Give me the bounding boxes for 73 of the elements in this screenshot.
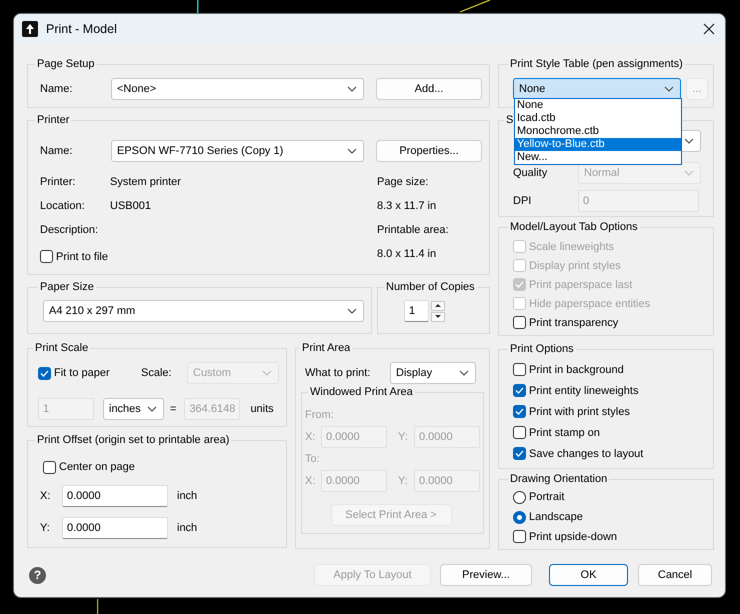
dialog-button[interactable]: Cancel (638, 564, 712, 586)
group-title: Print Scale (34, 342, 90, 354)
dropdown[interactable]: None (513, 78, 681, 100)
checkbox-label: Display print styles (529, 260, 621, 272)
window-title: Print - Model (46, 22, 118, 36)
checkbox-label: Scale lineweights (529, 240, 614, 252)
group-title: Drawing Orientation (509, 473, 608, 485)
info-label: Location: (40, 200, 86, 212)
group-title: Print Options (509, 343, 575, 355)
field-label: Quality (513, 167, 548, 179)
radio-label: Portrait (529, 491, 564, 503)
properties-button[interactable]: Properties... (376, 140, 482, 162)
dropdown[interactable]: EPSON WF-7710 Series (Copy 1) (111, 140, 364, 162)
checkbox-label: Fit to paper (54, 367, 110, 379)
group-title: Print Area (301, 342, 352, 354)
field-label: X: (305, 475, 316, 487)
group-title: Windowed Print Area (309, 386, 414, 398)
field-label: Y: (398, 475, 409, 487)
group-title: Paper Size (39, 281, 95, 293)
dropdown[interactable]: A4 210 x 297 mm (43, 300, 364, 322)
info-value: USB001 (110, 200, 152, 212)
checkbox-label: Print upside-down (529, 530, 618, 542)
dialog-button[interactable]: OK (549, 564, 628, 586)
info-label: Printable area: (377, 224, 449, 236)
field-label: What to print: (305, 367, 372, 379)
checkbox-label: Print with print styles (529, 406, 630, 418)
checkbox-label: Print entity lineweights (529, 384, 638, 396)
info-value: 8.3 x 11.7 in (377, 200, 438, 212)
unit-label: inch (177, 522, 198, 534)
units-label: units (250, 403, 274, 415)
checkbox-label: Print to file (56, 250, 108, 262)
field-label: Y: (398, 431, 409, 443)
field-label: Scale: (141, 367, 173, 379)
dropdown-option[interactable]: Yellow-to-Blue.ctb (515, 138, 681, 151)
field-label: DPI (513, 195, 532, 207)
dropdown[interactable]: inches (103, 398, 164, 420)
checkbox-label: Print in background (529, 364, 624, 376)
equals-sign: = (170, 403, 176, 415)
info-label: Page size: (377, 176, 430, 188)
checkbox-label: Print stamp on (529, 426, 600, 438)
offset-field[interactable]: 0.0000 (62, 485, 168, 507)
info-label: Description: (40, 224, 100, 236)
group-title: Number of Copies (385, 281, 476, 293)
copies-field[interactable]: 1 (404, 300, 429, 322)
field-label: Y: (40, 522, 51, 534)
group-title: Print Offset (origin set to printable area) (36, 434, 230, 446)
dialog-button[interactable]: Preview... (440, 564, 532, 586)
field-label: From: (305, 409, 334, 421)
offset-field[interactable]: 0.0000 (62, 517, 168, 539)
group-title: S (505, 114, 514, 126)
info-value: 8.0 x 11.4 in (377, 248, 438, 260)
group-title: Printer (36, 114, 70, 126)
field-label: Name: (40, 83, 74, 95)
add-button[interactable]: Add... (376, 78, 482, 100)
field-label: X: (40, 490, 52, 502)
field-label: Name: (40, 145, 74, 157)
info-label: Printer: (40, 176, 76, 188)
group-title: Print Style Table (pen assignments) (509, 58, 684, 70)
checkbox-label: Print paperspace last (529, 278, 632, 290)
group-title: Page Setup (36, 58, 96, 70)
help-icon[interactable]: ? (29, 566, 46, 584)
radio-label: Landscape (529, 511, 583, 523)
unit-label: inch (177, 490, 198, 502)
dropdown[interactable]: Display (390, 362, 476, 384)
checkbox-label: Save changes to layout (529, 448, 644, 460)
checkbox-label: Center on page (59, 461, 135, 473)
checkbox-label: Hide paperspace entities (529, 298, 650, 310)
info-value: System printer (110, 176, 182, 188)
field-label: X: (305, 431, 316, 443)
dropdown[interactable]: <None> (111, 78, 364, 100)
group-title: Model/Layout Tab Options (509, 221, 639, 233)
field-label: To: (305, 453, 320, 465)
checkbox-label: Print transparency (529, 316, 618, 328)
